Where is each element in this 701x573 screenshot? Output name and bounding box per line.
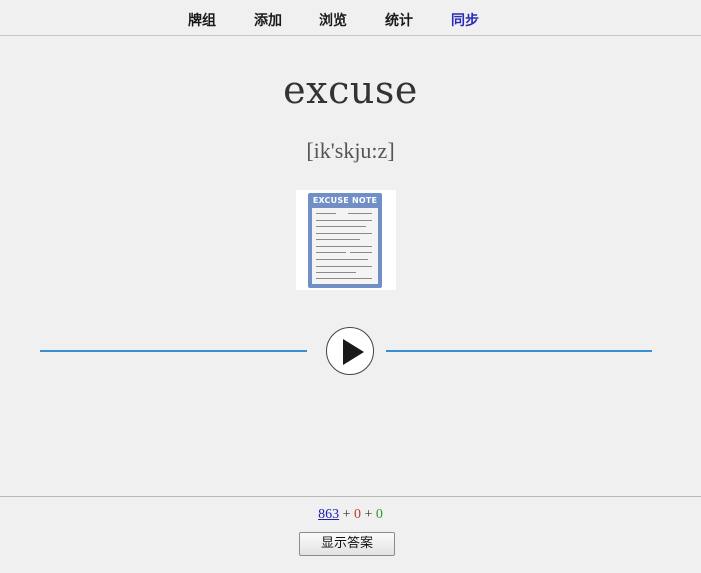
nav-stats[interactable]: 统计 xyxy=(385,10,413,30)
new-count[interactable]: 863 xyxy=(318,507,339,522)
toolbar: 牌组 添加 浏览 统计 同步 xyxy=(0,0,701,36)
count-separator: + xyxy=(361,507,376,522)
play-audio-button[interactable] xyxy=(326,327,374,375)
learn-count: 0 xyxy=(354,507,361,522)
card-word: excuse xyxy=(283,68,418,112)
nav-browse[interactable]: 浏览 xyxy=(319,10,347,30)
show-answer-button[interactable]: 显示答案 xyxy=(299,532,395,556)
excuse-note-illustration: EXCUSE NOTE xyxy=(308,193,382,288)
play-icon xyxy=(343,339,364,365)
card-image-label: EXCUSE NOTE xyxy=(312,196,378,205)
count-separator: + xyxy=(339,507,354,522)
nav-decks[interactable]: 牌组 xyxy=(188,10,216,30)
footer: 863 + 0 + 0 显示答案 xyxy=(0,496,701,573)
audio-line-right xyxy=(386,350,652,352)
card-phonetic: [ik'skju:z] xyxy=(306,138,395,163)
due-counts: 863 + 0 + 0 xyxy=(0,507,701,523)
review-count: 0 xyxy=(375,507,383,522)
nav-sync[interactable]: 同步 xyxy=(451,10,479,30)
note-paper xyxy=(312,208,378,284)
nav-add[interactable]: 添加 xyxy=(254,10,282,30)
audio-line-left xyxy=(40,350,307,352)
card-image: EXCUSE NOTE xyxy=(296,190,396,290)
